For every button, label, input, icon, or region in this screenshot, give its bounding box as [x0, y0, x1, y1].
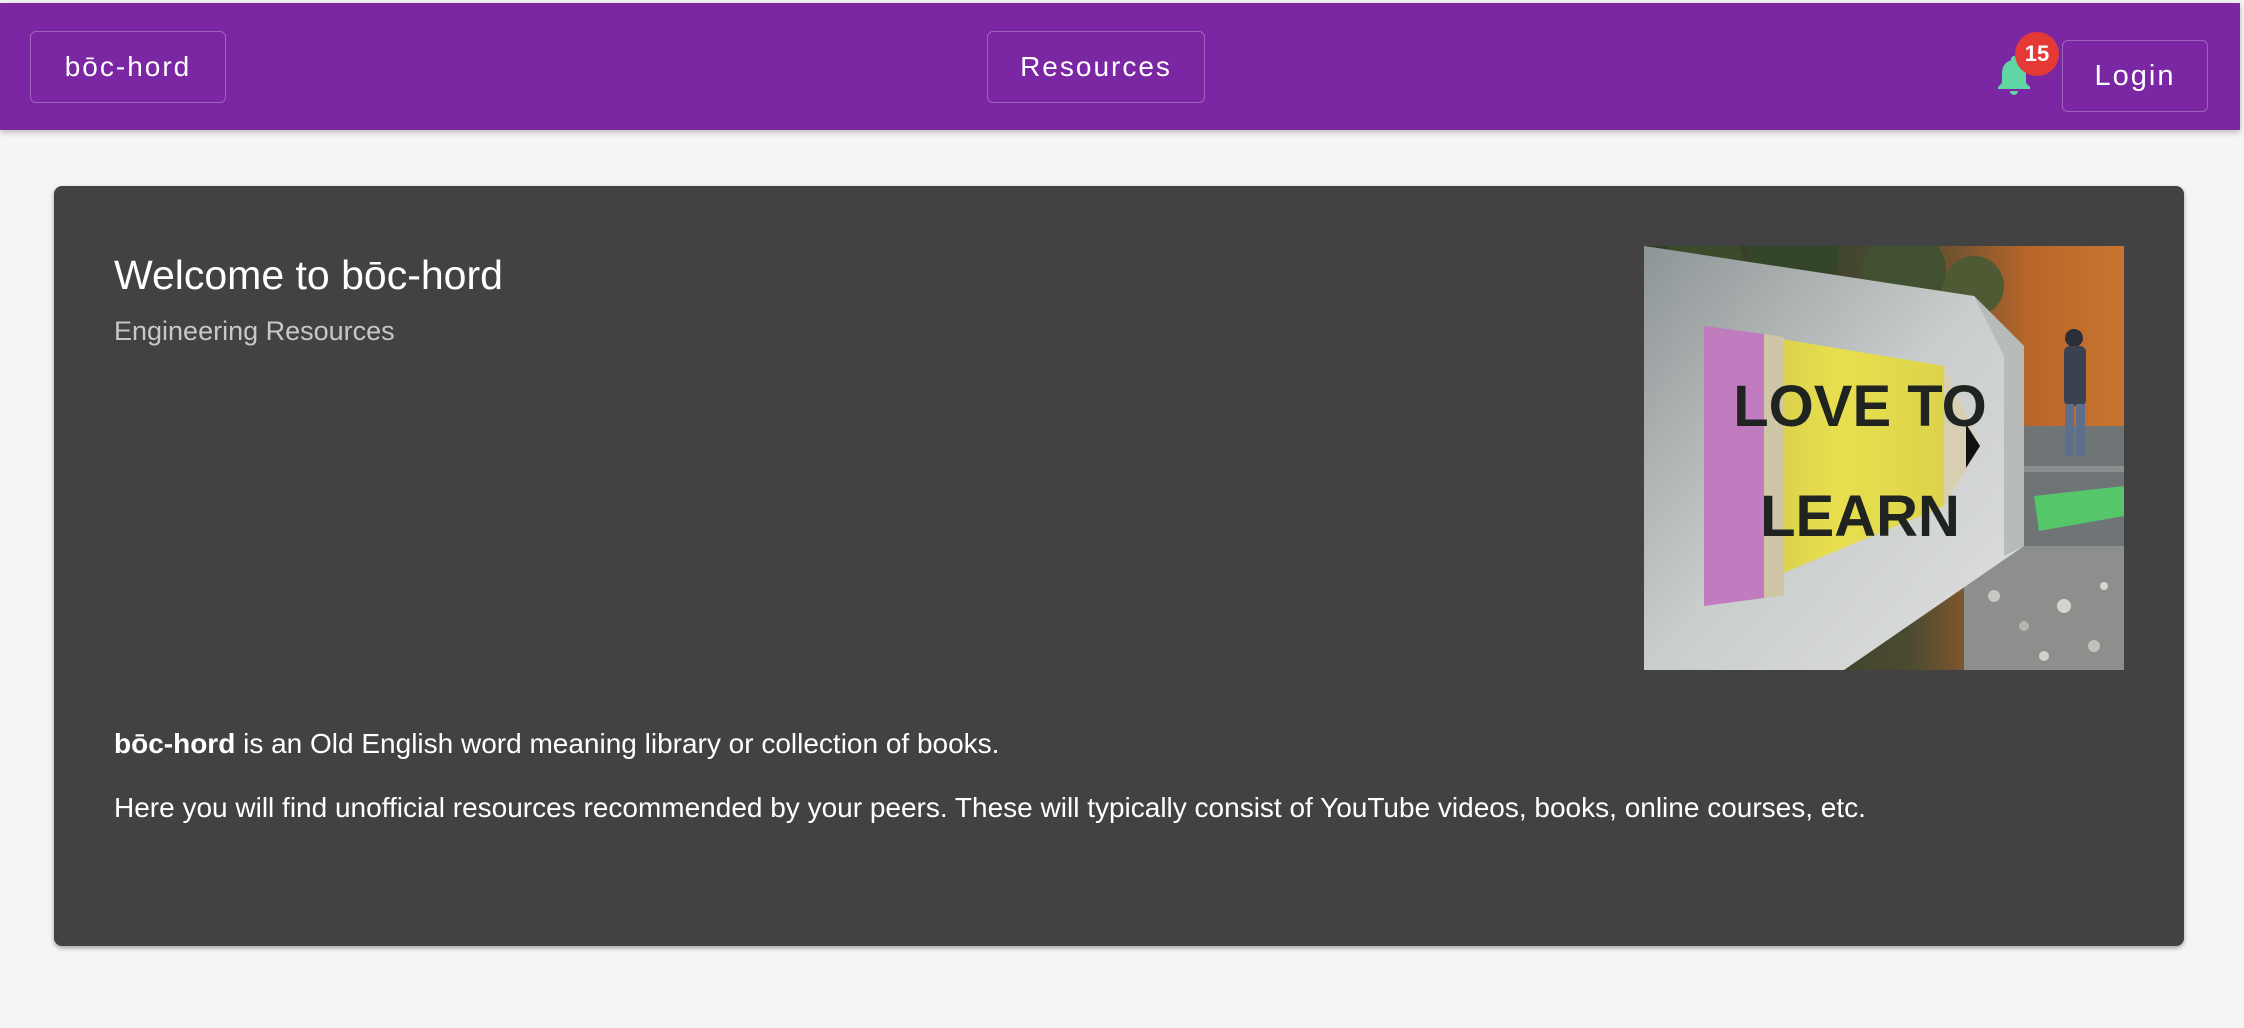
- resources-label: Resources: [1020, 51, 1172, 82]
- login-button[interactable]: Login: [2062, 40, 2208, 112]
- sign-text-line1: LOVE TO: [1733, 374, 1987, 439]
- sign-text-line2: LEARN: [1760, 484, 1960, 549]
- love-to-learn-image: LOVE TO LEARN: [1644, 246, 2124, 670]
- intro-text: is an Old English word meaning library o…: [235, 728, 1000, 759]
- brand-button[interactable]: bōc-hord: [30, 31, 226, 103]
- intro-paragraph: bōc-hord is an Old English word meaning …: [114, 728, 999, 760]
- login-label: Login: [2094, 59, 2176, 92]
- notification-count-badge: 15: [2015, 32, 2059, 76]
- card-subtitle: Engineering Resources: [114, 316, 395, 346]
- card-title: Welcome to bōc-hord: [114, 252, 503, 298]
- description-paragraph: Here you will find unofficial resources …: [114, 792, 1866, 823]
- intro-bold-term: bōc-hord: [114, 728, 236, 759]
- top-app-bar: bōc-hord Resources 15 Login: [0, 3, 2240, 130]
- brand-label: bōc-hord: [64, 51, 192, 82]
- notification-count: 15: [2024, 41, 2050, 66]
- welcome-card: Welcome to bōc-hord Engineering Resource…: [54, 186, 2184, 946]
- resources-button[interactable]: Resources: [987, 31, 1205, 103]
